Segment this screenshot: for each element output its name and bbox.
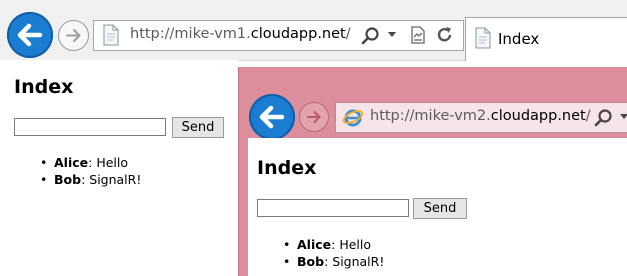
back-button[interactable] — [7, 12, 53, 58]
browser-toolbar: http://mike-vm2.cloudapp.net/ — [239, 67, 627, 140]
back-arrow-icon — [259, 105, 285, 129]
list-item: Alice: Hello — [283, 236, 384, 253]
list-item: Alice: Hello — [40, 154, 141, 171]
page-content: Index Send Alice: Hello Bob: SignalR! — [248, 138, 627, 276]
url-text: http://mike-vm1.cloudapp.net/ — [130, 26, 351, 42]
tab-title: Index — [498, 30, 540, 48]
page-title: Index — [14, 76, 74, 98]
message-input[interactable] — [14, 118, 166, 136]
forward-button[interactable] — [299, 102, 329, 132]
address-bar[interactable]: http://mike-vm2.cloudapp.net/ — [335, 102, 627, 133]
list-item: Bob: SignalR! — [40, 171, 141, 188]
list-item: Bob: SignalR! — [283, 253, 384, 270]
message-input[interactable] — [257, 199, 409, 217]
tab-index[interactable]: Index — [465, 17, 627, 61]
dropdown-icon[interactable] — [619, 113, 627, 121]
address-bar[interactable]: http://mike-vm1.cloudapp.net/ — [93, 20, 464, 51]
forward-arrow-icon — [307, 111, 321, 123]
second-browser-window[interactable]: http://mike-vm2.cloudapp.net/ Index Send… — [238, 67, 627, 276]
url-text: http://mike-vm2.cloudapp.net/ — [370, 108, 591, 124]
send-button[interactable]: Send — [172, 117, 224, 138]
back-arrow-icon — [17, 23, 43, 47]
back-button[interactable] — [249, 94, 295, 140]
compatibility-icon[interactable] — [408, 25, 428, 45]
search-icon[interactable] — [361, 26, 381, 46]
forward-button[interactable] — [58, 20, 89, 51]
refresh-icon[interactable] — [435, 25, 455, 45]
page-icon — [103, 24, 119, 46]
message-list: Alice: Hello Bob: SignalR! — [40, 154, 141, 188]
page-title: Index — [257, 157, 317, 179]
message-list: Alice: Hello Bob: SignalR! — [283, 236, 384, 270]
search-icon[interactable] — [594, 108, 614, 128]
browser-toolbar: http://mike-vm1.cloudapp.net/ Index — [0, 0, 627, 61]
send-button[interactable]: Send — [413, 198, 467, 219]
ie-icon — [342, 109, 364, 127]
forward-arrow-icon — [66, 29, 81, 42]
dropdown-icon[interactable] — [387, 31, 397, 39]
page-content: Index Send Alice: Hello Bob: SignalR! — [0, 60, 238, 276]
page-icon — [475, 27, 491, 49]
